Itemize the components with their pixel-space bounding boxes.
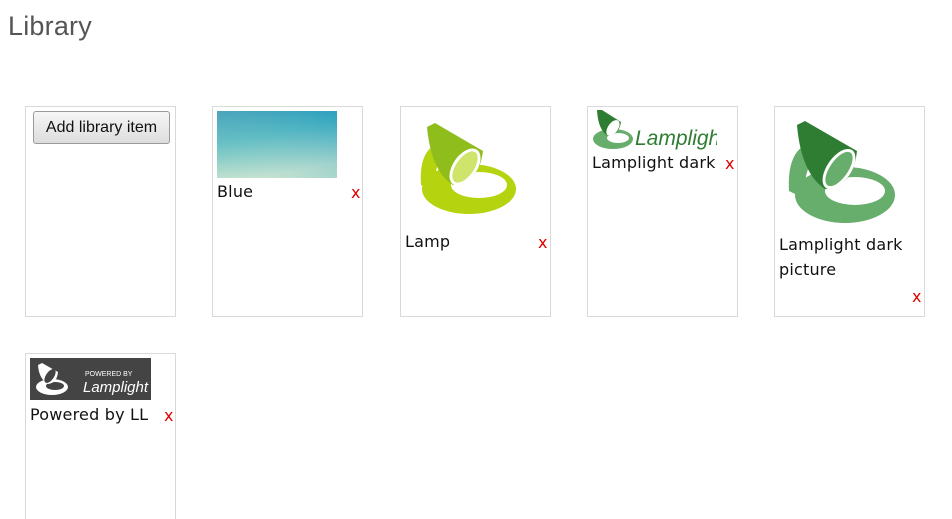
add-library-item-button[interactable]: Add library item [33, 111, 170, 144]
svg-text:Lamplight: Lamplight [83, 379, 149, 396]
page-title: Library [8, 11, 92, 41]
remove-item-button[interactable]: x [538, 235, 547, 251]
lime-lamp-logo [420, 123, 516, 214]
remove-item-button[interactable]: x [164, 408, 173, 424]
remove-item-button[interactable]: x [725, 156, 734, 172]
library-item-powered-by-ll[interactable]: POWERED BY Lamplight Powered by LL x [25, 353, 176, 519]
svg-text:Lamplight: Lamplight [635, 127, 717, 150]
library-item-lamp[interactable]: Lamp x [400, 106, 551, 317]
library-item-lamplight-dark-picture[interactable]: Lamplight dark picture x [774, 106, 925, 317]
remove-item-button[interactable]: x [912, 289, 921, 305]
item-label: Lamplight dark picture [779, 235, 903, 279]
item-label: Powered by LL [30, 405, 149, 424]
remove-item-button[interactable]: x [351, 185, 360, 201]
item-label: Blue [217, 182, 254, 201]
powered-by-lamplight-badge: POWERED BY Lamplight [30, 358, 151, 400]
item-label: Lamp [405, 232, 451, 251]
svg-text:POWERED BY: POWERED BY [85, 371, 133, 378]
blue-gradient-thumbnail [217, 111, 337, 178]
library-page: Library Add library item Blue x Lamp x L… [0, 0, 952, 519]
library-item-blue[interactable]: Blue x [212, 106, 363, 317]
library-item-lamplight-dark[interactable]: Lamplight Lamplight dark x [587, 106, 738, 317]
green-lamp-logo [788, 121, 895, 223]
add-item-card: Add library item [25, 106, 176, 317]
item-label: Lamplight dark [592, 153, 716, 172]
lamplight-wordmark-logo: Lamplight [593, 110, 717, 150]
